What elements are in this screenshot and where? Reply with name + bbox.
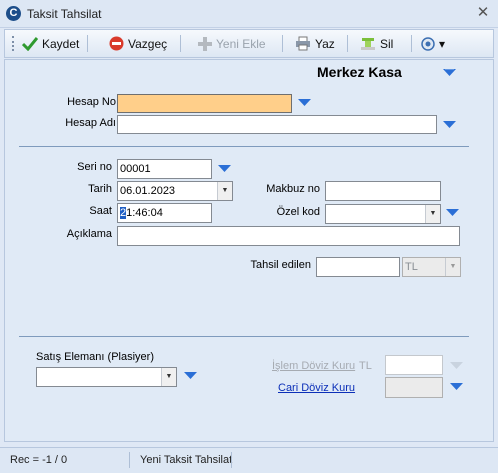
tarih-dropdown-button[interactable]: ▼ — [217, 182, 232, 200]
aciklama-input[interactable] — [117, 226, 460, 246]
hesap-adi-input[interactable] — [117, 115, 437, 134]
save-label: Kaydet — [42, 36, 80, 51]
hesap-no-input[interactable] — [117, 94, 292, 113]
tarih-label: Tarih — [88, 183, 112, 195]
section-divider — [19, 146, 469, 147]
close-icon[interactable]: ✕ — [474, 4, 492, 22]
record-status: Rec = -1 / 0 — [10, 454, 68, 466]
checkmark-icon — [22, 36, 38, 51]
title-bar: C Taksit Tahsilat ✕ — [0, 0, 498, 28]
hesap-no-lookup-icon[interactable] — [298, 99, 311, 108]
section-divider — [19, 336, 469, 337]
satis-elemani-label: Satış Elemanı (Plasiyer) — [36, 351, 154, 363]
new-button[interactable]: Yeni Ekle — [195, 33, 269, 54]
ozel-kod-select[interactable]: ▼ — [325, 204, 441, 224]
islem-doviz-currency: TL — [359, 360, 372, 372]
toolbar-separator — [282, 35, 283, 52]
seri-no-input[interactable]: 00001 — [117, 159, 212, 179]
mode-status: Yeni Taksit Tahsilat — [140, 454, 233, 466]
saat-input[interactable]: 21:46:04 — [117, 203, 212, 223]
cancel-label: Vazgeç — [128, 36, 168, 51]
toolbar-grip[interactable] — [12, 36, 14, 51]
hesap-no-label: Hesap No — [67, 96, 116, 108]
tarih-input[interactable]: 06.01.2023 ▼ — [117, 181, 233, 201]
printer-icon — [296, 36, 310, 51]
seri-no-label: Seri no — [77, 161, 112, 173]
print-button[interactable]: Yaz — [292, 33, 338, 54]
options-icon — [421, 36, 435, 51]
ozel-kod-lookup-icon[interactable] — [446, 209, 459, 218]
kasa-title: Merkez Kasa — [317, 64, 402, 80]
new-label: Yeni Ekle — [216, 36, 266, 51]
print-label: Yaz — [315, 36, 335, 51]
toolbar: Kaydet Vazgeç Yeni Ekle Yaz Sil ▾ — [4, 29, 494, 58]
app-icon: C — [6, 6, 21, 21]
satis-elemani-dropdown-button[interactable]: ▼ — [161, 368, 176, 386]
window-title: Taksit Tahsilat — [27, 7, 102, 21]
islem-doviz-lookup-icon — [450, 362, 463, 369]
tahsil-edilen-label: Tahsil edilen — [250, 259, 311, 271]
saat-label: Saat — [89, 205, 112, 217]
satis-elemani-select[interactable]: ▼ — [36, 367, 177, 387]
kasa-select-arrow-icon[interactable] — [443, 69, 456, 78]
aciklama-label: Açıklama — [66, 228, 112, 240]
chevron-down-icon: ▼ — [165, 373, 173, 380]
tahsil-edilen-input[interactable] — [316, 257, 400, 277]
satis-elemani-lookup-icon[interactable] — [184, 372, 197, 381]
currency-dropdown-button: ▼ — [445, 258, 460, 276]
cancel-icon — [109, 36, 124, 51]
save-button[interactable]: Kaydet — [19, 33, 82, 54]
cancel-button[interactable]: Vazgeç — [106, 33, 170, 54]
options-dropdown-button[interactable]: ▾ — [418, 33, 448, 54]
status-bar: Rec = -1 / 0 Yeni Taksit Tahsilat — [0, 447, 498, 473]
cari-doviz-lookup-icon[interactable] — [450, 383, 463, 392]
chevron-down-icon: ▾ — [439, 36, 446, 51]
chevron-down-icon: ▼ — [449, 263, 457, 270]
ozel-kod-dropdown-button[interactable]: ▼ — [425, 205, 440, 223]
toolbar-separator — [180, 35, 181, 52]
saat-value: 1:46:04 — [126, 207, 163, 219]
status-separator — [231, 452, 232, 468]
eraser-icon — [361, 38, 375, 50]
currency-select: TL ▼ — [402, 257, 461, 277]
seri-no-lookup-icon[interactable] — [218, 165, 231, 174]
delete-label: Sil — [380, 36, 394, 51]
toolbar-separator — [87, 35, 88, 52]
cari-doviz-kuru-link[interactable]: Cari Döviz Kuru — [278, 382, 355, 394]
delete-button[interactable]: Sil — [357, 33, 396, 54]
islem-doviz-kuru-link: İşlem Döviz Kuru — [272, 360, 356, 372]
hesap-adi-lookup-icon[interactable] — [443, 121, 456, 130]
toolbar-separator — [411, 35, 412, 52]
makbuz-no-input[interactable] — [325, 181, 441, 201]
tarih-value: 06.01.2023 — [120, 185, 176, 197]
currency-value: TL — [405, 261, 418, 273]
plus-icon — [198, 36, 212, 51]
cari-doviz-kuru-input — [385, 377, 443, 398]
status-separator — [129, 452, 130, 468]
makbuz-no-label: Makbuz no — [266, 183, 320, 195]
ozel-kod-label: Özel kod — [276, 206, 320, 218]
toolbar-separator — [347, 35, 348, 52]
chevron-down-icon: ▼ — [221, 187, 229, 194]
hesap-adi-label: Hesap Adı — [65, 117, 116, 129]
islem-doviz-kuru-input — [385, 355, 443, 375]
chevron-down-icon: ▼ — [429, 210, 437, 217]
